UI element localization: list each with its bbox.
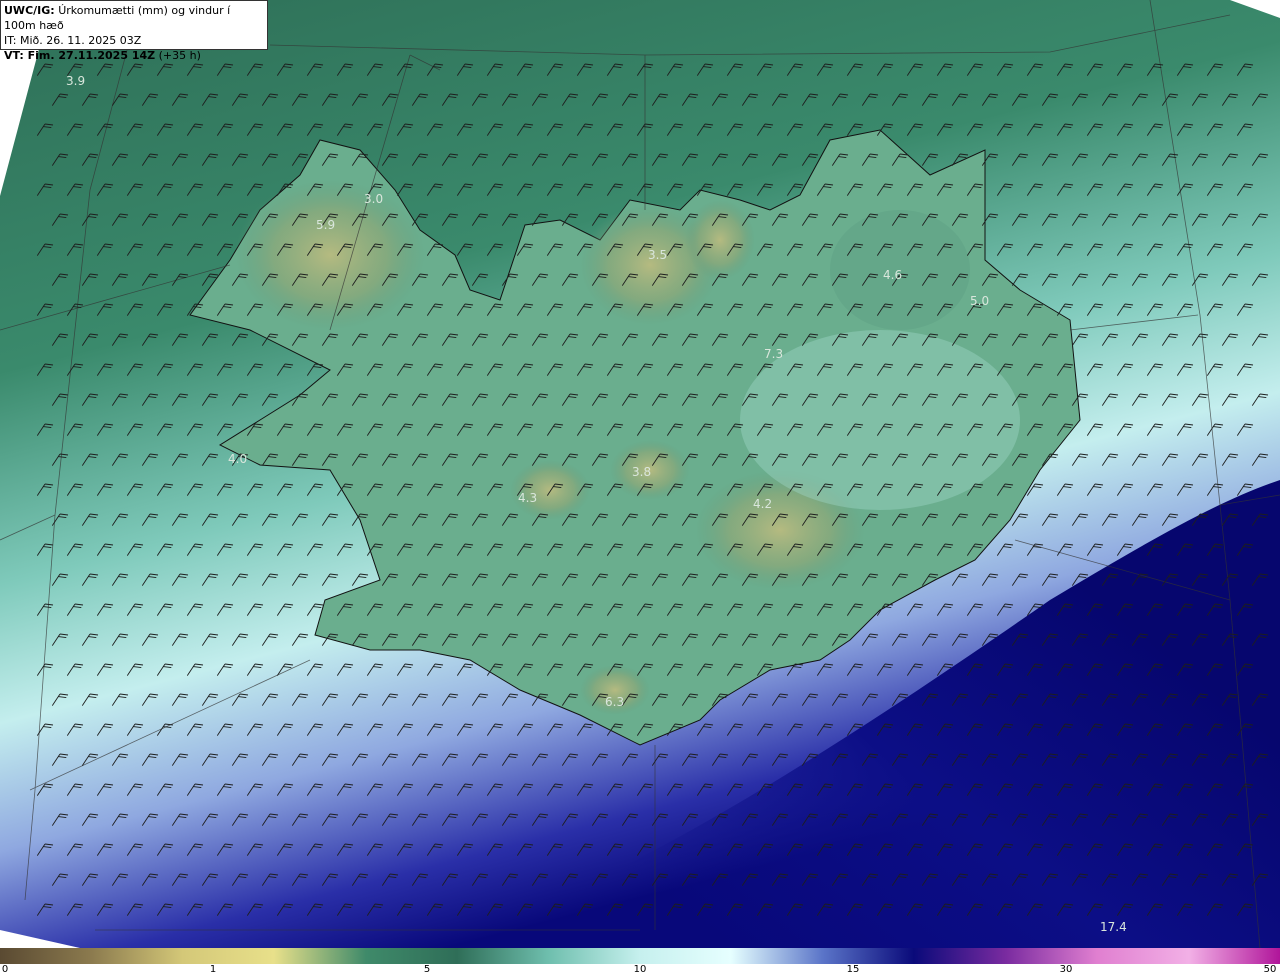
colorbar-tick: 15 [846, 964, 860, 975]
map-label: 3.8 [632, 465, 651, 479]
map-label: 3.0 [364, 192, 383, 206]
colorbar-tick: 1 [209, 964, 217, 975]
map-label: 4.6 [883, 268, 902, 282]
langjokull [510, 460, 590, 520]
precipitation-wind-map: 3.9 3.0 5.9 3.5 4.6 5.0 7.3 4.0 3.8 4.3 … [0, 0, 1280, 948]
colorbar-fill [0, 948, 1280, 964]
colorbar [0, 948, 1280, 964]
map-label: 4.2 [753, 497, 772, 511]
colorbar-tick: 50 [1263, 964, 1277, 975]
map-label: 3.9 [66, 74, 85, 88]
colorbar-tick: 5 [423, 964, 431, 975]
map-label: 7.3 [764, 347, 783, 361]
map-label: 6.3 [605, 695, 624, 709]
tröllaskagi-highland [685, 200, 755, 280]
map-label: 17.4 [1100, 920, 1127, 934]
westfjords-highland [235, 180, 425, 330]
colorbar-tick: 10 [633, 964, 647, 975]
map-label: 5.9 [316, 218, 335, 232]
map-canvas: 3.9 3.0 5.9 3.5 4.6 5.0 7.3 4.0 3.8 4.3 … [0, 0, 1280, 948]
map-label: 5.0 [970, 294, 989, 308]
model-name: UWC/IG: [4, 4, 55, 17]
valid-time: VT: Fim. 27.11.2025 14Z [4, 49, 156, 62]
map-title-box: UWC/IG: Úrkomumætti (mm) og vindur í 100… [0, 0, 268, 62]
map-label: 4.3 [518, 491, 537, 505]
lead-time: (+35 h) [158, 49, 201, 62]
map-label: 4.0 [228, 452, 247, 466]
colorbar-tick: 30 [1059, 964, 1073, 975]
map-label: 3.5 [648, 248, 667, 262]
colorbar-ticks: 0 1 5 10 15 30 50 [0, 964, 1280, 978]
init-time: IT: Mið. 26. 11. 2025 03Z [4, 34, 142, 47]
colorbar-tick: 0 [1, 964, 9, 975]
